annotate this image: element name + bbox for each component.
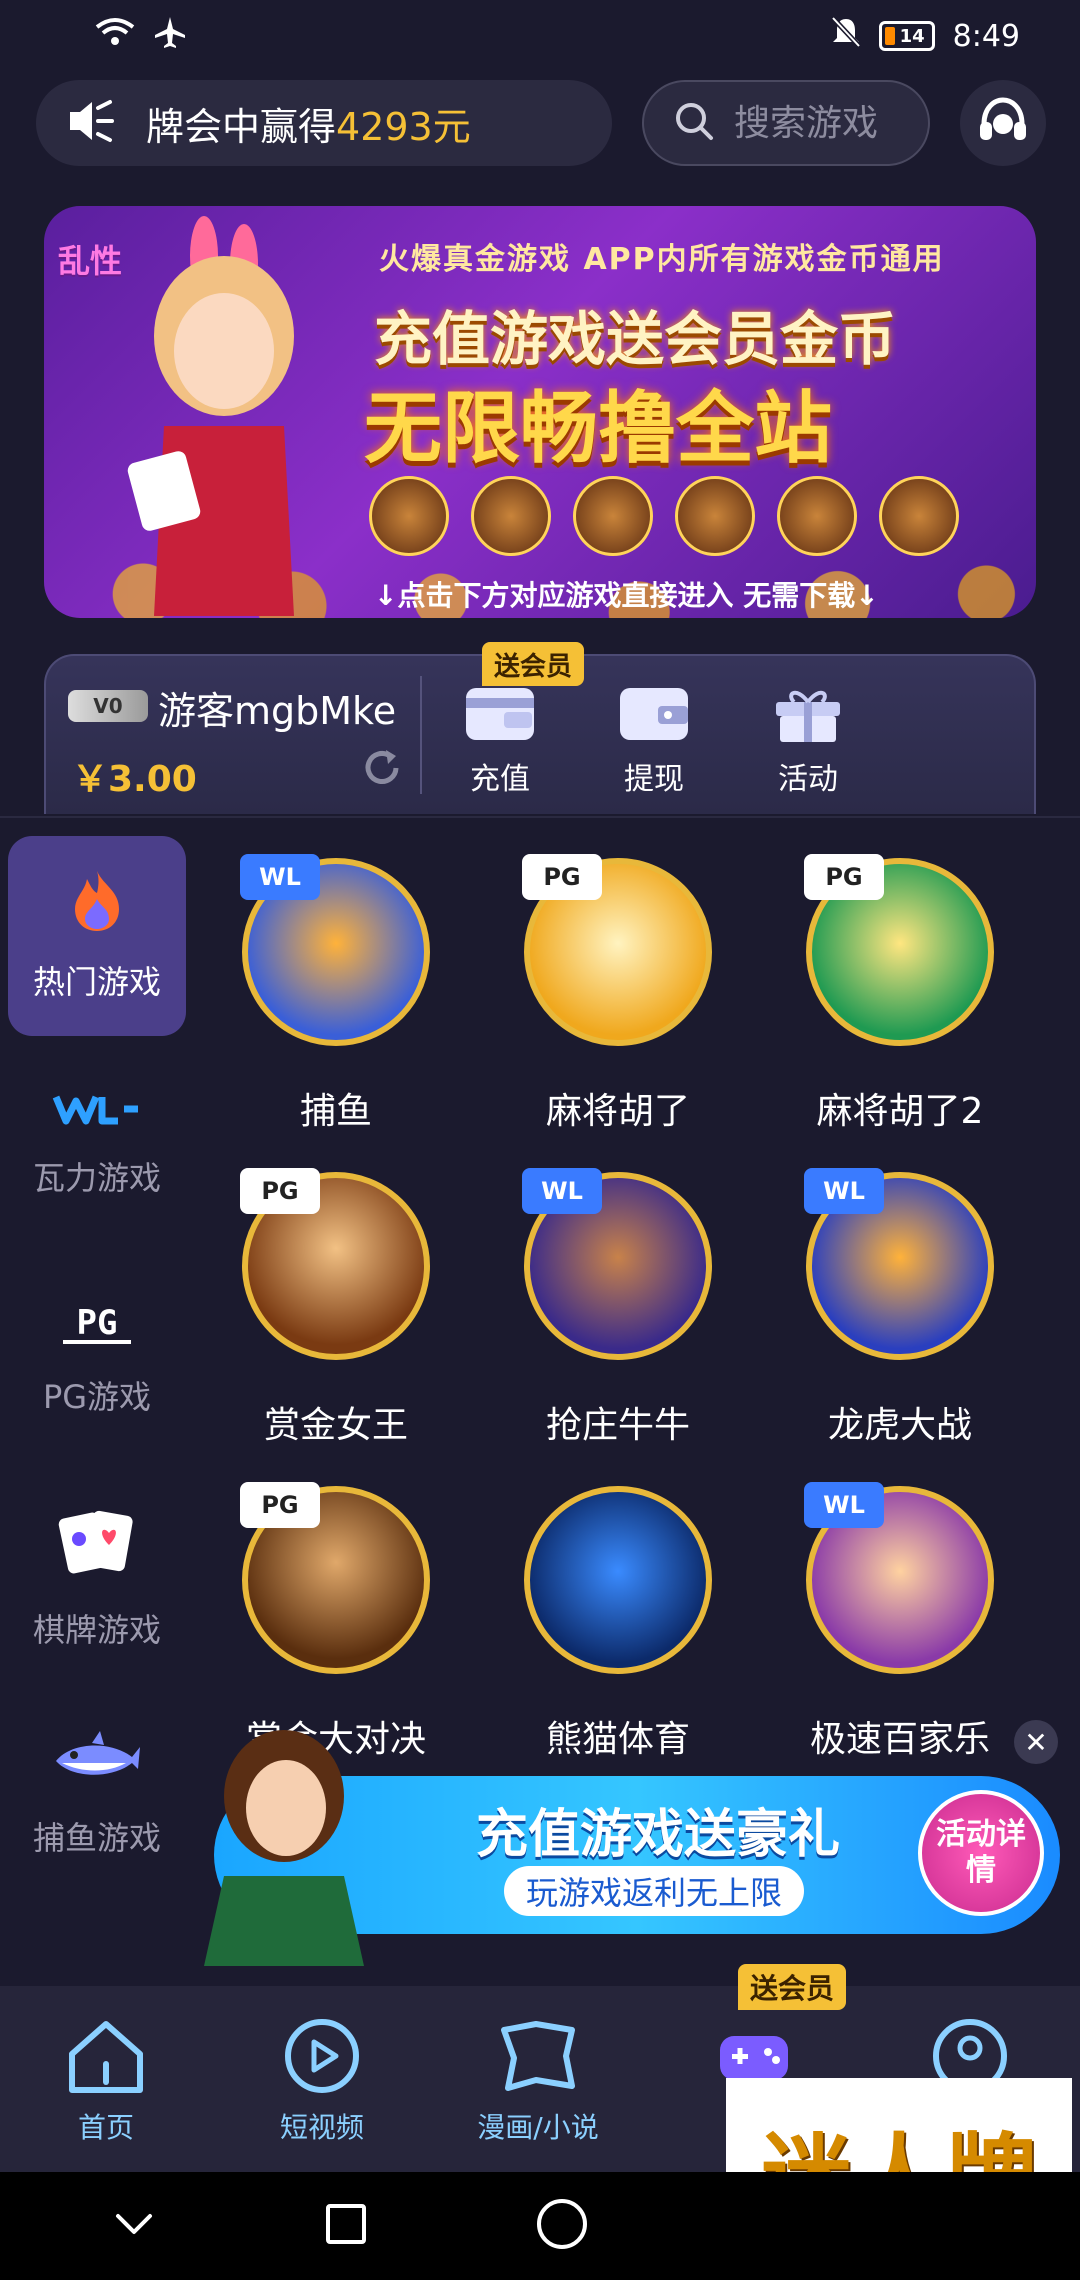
clock: 8:49 [952, 18, 1020, 54]
banner-game-icon [471, 476, 551, 556]
activity-button[interactable]: 活动 [748, 684, 868, 804]
battery-icon: 14 [878, 21, 935, 51]
search-input[interactable] [734, 102, 934, 144]
game-tile[interactable]: PG 赏金女王 [216, 1168, 456, 1448]
game-thumbnail: PG [240, 1168, 430, 1360]
gift-icon [772, 684, 844, 744]
search-box[interactable] [642, 80, 934, 166]
refresh-icon[interactable] [360, 746, 404, 794]
brand-badge: WL [804, 1168, 884, 1214]
category-sidebar: 热门游戏 瓦力游戏 PG PG游戏 棋牌游戏 捕鱼游戏 [0, 818, 190, 1988]
mute-bell-icon [830, 16, 861, 56]
banner-line1: 火爆真金游戏 APP内所有游戏金币通用 [379, 242, 945, 277]
game-tile[interactable]: WL 捕鱼 [216, 854, 456, 1134]
brand-badge: PG [804, 854, 884, 900]
banner-footer-text: ↓点击下方对应游戏直接进入 无需下载↓ [374, 579, 879, 612]
home-circle-icon[interactable] [532, 2194, 592, 2258]
banner-game-icon [369, 476, 449, 556]
username: 游客mgbMke [158, 689, 397, 733]
brand-badge: PG [522, 854, 602, 900]
wallet-card: V0 游客mgbMke ￥3.00 送会员 充值 提现 活动 [44, 642, 1036, 814]
play-icon [280, 2019, 364, 2100]
airplane-icon [153, 15, 187, 57]
game-tile[interactable]: WL 极速百家乐 [780, 1482, 1020, 1762]
game-tile[interactable]: WL 龙虎大战 [780, 1168, 1020, 1448]
home-icon [64, 2021, 148, 2100]
promo-details-button[interactable]: 活动详情 [918, 1790, 1044, 1916]
sidebar-item-pg[interactable]: PG PG游戏 [8, 1260, 186, 1460]
game-tile[interactable]: PG 麻将胡了2 [780, 854, 1020, 1134]
flame-icon [69, 869, 125, 937]
shark-icon [52, 1729, 142, 1793]
divider [420, 676, 422, 794]
headset-icon [976, 94, 1030, 152]
banner-game-icon [879, 476, 959, 556]
brand-badge: WL [522, 1168, 602, 1214]
announcement-marquee[interactable]: 牌会中赢得4293元 [36, 80, 612, 166]
floating-promo-banner[interactable]: 充值游戏送豪礼 玩游戏返利无上限 活动详情 [204, 1730, 1060, 1966]
tab-comics-novels[interactable]: 漫画/小说 [448, 2016, 628, 2146]
customer-service-button[interactable] [960, 80, 1046, 166]
gift-tag: 送会员 [482, 642, 585, 686]
recent-apps-icon[interactable] [320, 2198, 372, 2254]
back-icon[interactable] [108, 2198, 160, 2254]
marquee-text: 牌会中赢得4293元 [146, 104, 471, 149]
game-tile[interactable]: PG 麻将胡了 [498, 854, 738, 1134]
game-thumbnail: WL [804, 1482, 994, 1674]
gift-tag: 送会员 [738, 1964, 847, 2010]
brand-badge: PG [240, 1168, 320, 1214]
game-thumbnail: PG [240, 1482, 430, 1674]
brand-badge: WL [804, 1482, 884, 1528]
status-bar: 14 8:49 [0, 0, 1080, 72]
game-thumbnail [524, 1486, 712, 1674]
banner-slogan: 无限畅撸全站 [364, 384, 833, 474]
game-thumbnail: WL [804, 1168, 994, 1360]
tab-home[interactable]: 首页 [16, 2016, 196, 2146]
game-thumbnail: WL [240, 854, 430, 1046]
svg-text:PG: PG [77, 1303, 118, 1343]
purse-icon [618, 684, 690, 744]
wifi-icon [95, 17, 135, 55]
sidebar-item-fishing[interactable]: 捕鱼游戏 [8, 1694, 186, 1894]
sidebar-item-cards[interactable]: 棋牌游戏 [8, 1478, 186, 1678]
banner-logo: 乱性 [58, 242, 123, 280]
brand-badge: PG [240, 1482, 320, 1528]
cards-icon [57, 1505, 137, 1585]
top-bar: 牌会中赢得4293元 [0, 80, 1080, 166]
banner-game-icon [777, 476, 857, 556]
game-thumbnail: PG [804, 854, 994, 1046]
game-thumbnail: PG [522, 854, 712, 1046]
game-tile[interactable]: PG 赏金大对决 [216, 1482, 456, 1762]
sidebar-item-wl[interactable]: 瓦力游戏 [8, 1044, 186, 1244]
promo-title: 充值游戏送豪礼 [476, 1805, 841, 1865]
brand-badge: WL [240, 854, 320, 900]
vip-badge: V0 [68, 690, 148, 722]
banner-game-icons [369, 476, 959, 556]
promo-character-image [204, 1730, 364, 1966]
banner-game-icon [675, 476, 755, 556]
system-navigation-bar [0, 2172, 1080, 2280]
wl-logo-icon [52, 1089, 142, 1133]
sidebar-item-hot[interactable]: 热门游戏 [8, 836, 186, 1036]
game-tile[interactable]: WL 抢庄牛牛 [498, 1168, 738, 1448]
wallet-icon [464, 684, 536, 744]
book-icon [496, 2021, 580, 2100]
withdraw-button[interactable]: 提现 [594, 684, 714, 804]
balance: ￥3.00 [72, 759, 197, 800]
promo-banner[interactable]: 乱性 火爆真金游戏 APP内所有游戏金币通用 充值游戏送会员金币 无限畅撸全站 … [44, 206, 1036, 618]
banner-headline: 充值游戏送会员金币 [374, 305, 897, 373]
banner-game-icon [573, 476, 653, 556]
speaker-icon [64, 94, 118, 152]
search-icon [672, 99, 716, 147]
recharge-button[interactable]: 充值 [440, 684, 560, 804]
game-thumbnail: WL [522, 1168, 712, 1360]
close-promo-button[interactable]: ✕ [1014, 1720, 1058, 1764]
promo-subtitle: 玩游戏返利无上限 [504, 1866, 805, 1916]
game-tile[interactable]: 熊猫体育 [498, 1486, 738, 1762]
tab-short-video[interactable]: 短视频 [232, 2016, 412, 2146]
pg-logo-icon: PG [57, 1302, 137, 1352]
